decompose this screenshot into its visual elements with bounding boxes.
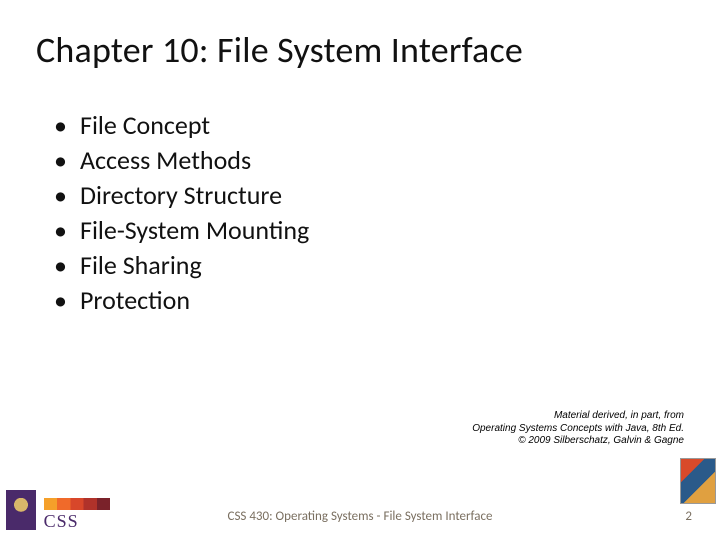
list-item: File Concept	[54, 108, 684, 143]
textbook-cover-icon	[680, 458, 716, 504]
list-item: Protection	[54, 283, 684, 318]
slide-title: Chapter 10: File System Interface	[36, 28, 684, 72]
list-item: File Sharing	[54, 248, 684, 283]
bullet-list: File Concept Access Methods Directory St…	[36, 108, 684, 319]
attribution-line: © 2009 Silberschatz, Galvin & Gagne	[472, 435, 684, 448]
footer-course-title: CSS 430: Operating Systems - File System…	[0, 509, 720, 524]
attribution-line: Material derived, in part, from	[472, 410, 684, 423]
list-item: Directory Structure	[54, 178, 684, 213]
list-item: Access Methods	[54, 143, 684, 178]
attribution-line: Operating Systems Concepts with Java, 8t…	[472, 423, 684, 436]
attribution-block: Material derived, in part, from Operatin…	[472, 410, 684, 448]
list-item: File-System Mounting	[54, 213, 684, 248]
slide-footer: CSS CSS 430: Operating Systems - File Sy…	[0, 484, 720, 540]
page-number: 2	[685, 509, 692, 524]
slide: Chapter 10: File System Interface File C…	[0, 0, 720, 540]
